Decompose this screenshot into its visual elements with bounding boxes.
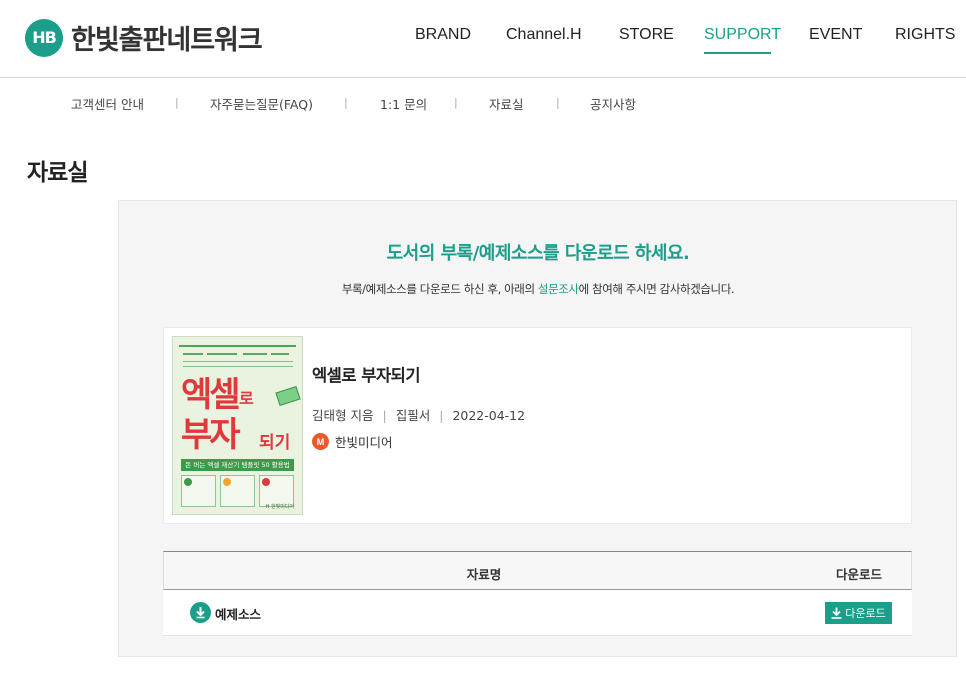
cover-deco-line <box>271 353 289 355</box>
cover-title-line1: 엑셀 <box>181 375 241 415</box>
cover-title-line2-suffix: 되기 <box>259 433 291 453</box>
download-headline: 도서의 부록/예제소스를 다운로드 하세요. <box>386 243 690 264</box>
subnav-separator: | <box>454 96 458 109</box>
meta-separator: | <box>382 408 387 423</box>
book-type: 집필서 <box>395 408 431 423</box>
cover-deco-line <box>183 366 293 367</box>
nav-brand[interactable]: BRAND <box>415 25 471 45</box>
download-button-label: 다운로드 <box>845 607 886 620</box>
survey-link[interactable]: 설문조사 <box>538 282 579 296</box>
book-publisher: M 한빛미디어 <box>312 432 393 451</box>
support-subnav: 고객센터 안내 | 자주묻는질문(FAQ) | 1:1 문의 | 자료실 | 공… <box>0 94 966 114</box>
site-header: HB 한빛출판네트워크 BRAND Channel.H STORE SUPPOR… <box>0 0 966 78</box>
cover-publisher: H 한빛미디어 <box>265 504 294 510</box>
publisher-badge-icon: M <box>312 433 329 450</box>
download-arrow-icon <box>831 607 842 619</box>
column-header-name: 자료명 <box>466 567 502 582</box>
subnav-archive[interactable]: 자료실 <box>489 94 524 113</box>
download-button[interactable]: 다운로드 <box>825 602 892 624</box>
download-table: 자료명 다운로드 예제소스 다운로드 <box>163 551 912 636</box>
cover-title-line2: 부자 <box>181 415 241 455</box>
book-date: 2022-04-12 <box>452 408 526 423</box>
publisher-name: 한빛미디어 <box>335 435 393 450</box>
subline-text-after: 에 참여해 주시면 감사하겠습니다. <box>578 282 735 296</box>
nav-support[interactable]: SUPPORT <box>704 25 781 45</box>
book-meta: 김태형 지음 | 집필서 | 2022-04-12 <box>312 405 525 424</box>
book-title[interactable]: 엑셀로 부자되기 <box>312 362 421 386</box>
file-name: 예제소스 <box>215 607 262 622</box>
subnav-faq[interactable]: 자주묻는질문(FAQ) <box>210 94 313 113</box>
subnav-customer-center[interactable]: 고객센터 안내 <box>71 94 144 113</box>
cover-feature-box <box>181 475 216 507</box>
cover-band-text: 돈 버는 엑셀 재산기 템플릿 50 활용법 <box>185 461 290 469</box>
main-nav: BRAND Channel.H STORE SUPPORT EVENT RIGH… <box>0 0 966 78</box>
cover-feature-box <box>220 475 255 507</box>
nav-rights[interactable]: RIGHTS <box>895 25 955 45</box>
cover-band: 돈 버는 엑셀 재산기 템플릿 50 활용법 <box>181 459 294 471</box>
cover-deco-line <box>183 353 203 355</box>
page-title: 자료실 <box>27 160 88 186</box>
subnav-separator: | <box>175 96 179 109</box>
table-row: 예제소스 다운로드 <box>163 590 912 636</box>
cover-deco-line <box>183 361 293 362</box>
meta-separator: | <box>439 408 444 423</box>
download-circle-icon <box>190 602 211 623</box>
cover-step-dot <box>184 478 192 486</box>
subnav-separator: | <box>556 96 560 109</box>
nav-event[interactable]: EVENT <box>809 25 862 45</box>
cover-header-rule <box>179 345 296 375</box>
subnav-inquiry[interactable]: 1:1 문의 <box>380 94 427 113</box>
money-icon <box>275 385 301 407</box>
subnav-notice[interactable]: 공지사항 <box>590 94 636 113</box>
cover-title-line1-suffix: 로 <box>239 389 254 408</box>
download-subline: 부록/예제소스를 다운로드 하신 후, 아래의 설문조사에 참여해 주시면 감사… <box>0 281 966 297</box>
nav-channel-h[interactable]: Channel.H <box>506 25 582 45</box>
subline-text-before: 부록/예제소스를 다운로드 하신 후, 아래의 <box>341 282 538 296</box>
cover-deco-line <box>243 353 267 355</box>
cover-step-dot <box>262 478 270 486</box>
book-author: 김태형 지음 <box>312 408 374 423</box>
column-header-download: 다운로드 <box>835 567 882 582</box>
subnav-separator: | <box>344 96 348 109</box>
cover-step-dot <box>223 478 231 486</box>
book-cover-image[interactable]: 엑셀 로 부자 되기 돈 버는 엑셀 재산기 템플릿 50 활용법 H 한빛미디… <box>172 336 303 515</box>
table-header: 자료명 다운로드 <box>163 551 912 590</box>
cover-deco-line <box>207 353 237 355</box>
nav-store[interactable]: STORE <box>619 25 674 45</box>
active-nav-underline <box>704 52 771 54</box>
